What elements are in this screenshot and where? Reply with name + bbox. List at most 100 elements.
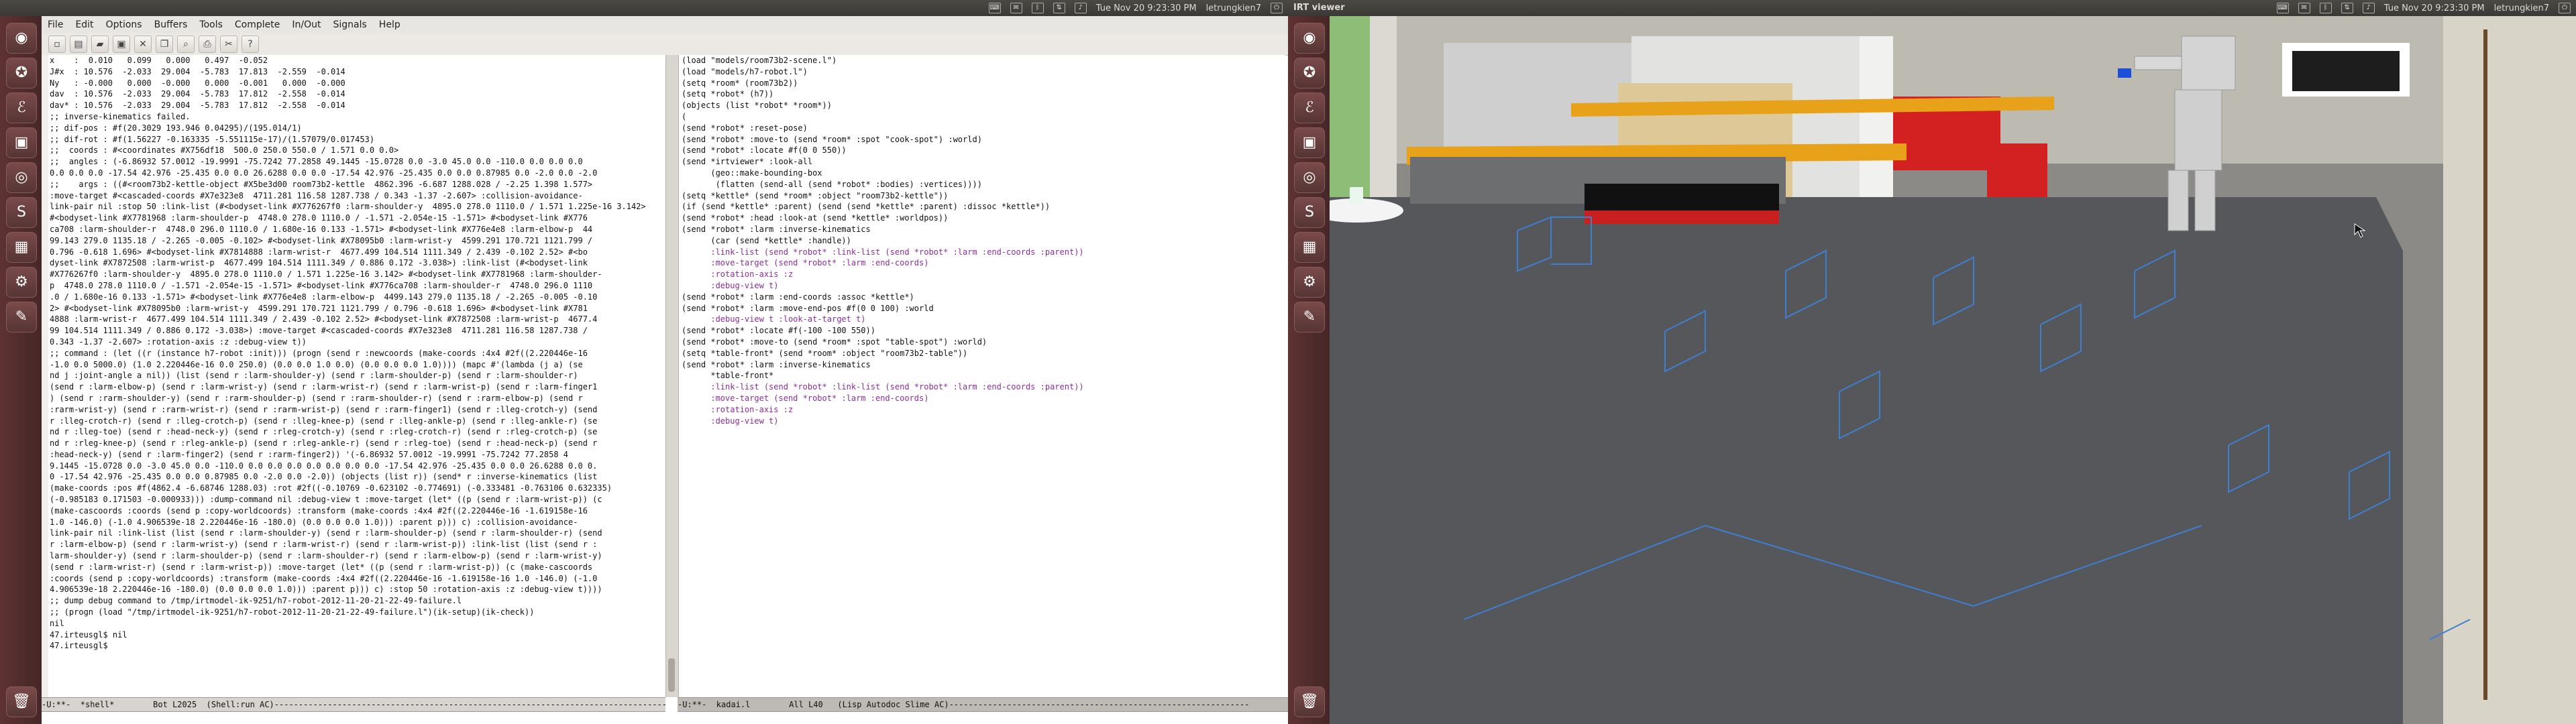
skype-icon[interactable]: S — [1294, 197, 1325, 228]
help-icon[interactable]: ? — [241, 36, 259, 53]
system-icon[interactable]: ✎ — [1294, 302, 1325, 333]
close-icon[interactable]: ✕ — [134, 36, 152, 53]
shell-output-line: #X776267f0 :larm-shoulder-y 4895.0 278.0… — [50, 269, 602, 280]
firefox-icon[interactable]: ✪ — [1294, 58, 1325, 88]
minibuffer[interactable] — [42, 712, 1288, 724]
skype-icon[interactable]: S — [6, 197, 37, 228]
menu-buffers[interactable]: Buffers — [148, 16, 194, 34]
source-code-line: :move-target (send *robot* :larm :end-co… — [682, 258, 929, 268]
shell-output-line: dyset-link #X7872508 :larm-wrist-p 4677.… — [50, 258, 588, 268]
save-icon[interactable]: ▣ — [113, 36, 130, 53]
bluetooth-icon[interactable]: ᛒ — [1031, 3, 1044, 13]
bluetooth-icon[interactable]: ᛒ — [2319, 3, 2332, 13]
shell-output-line: (send r :larm-wrist-r) (send r :larm-wri… — [50, 562, 593, 572]
shell-output-line: 4.906539e-18 2.220446e-16 -180.0) (0.0 0… — [50, 585, 602, 595]
kitchen-3d-scene — [1330, 16, 2576, 724]
system-icon[interactable]: ✎ — [6, 302, 37, 333]
emacs-icon[interactable]: ℰ — [6, 93, 37, 123]
shell-output-line: 1.0 -146.0) (-1.0 4.906539e-18 2.220446e… — [50, 517, 578, 527]
clock[interactable]: Tue Nov 20 9:23:30 PM — [2384, 3, 2485, 13]
dash-icon[interactable]: ◉ — [1294, 23, 1325, 54]
calculator-icon[interactable]: ▦ — [6, 232, 37, 263]
emacs-icon[interactable]: ℰ — [1294, 93, 1325, 123]
shell-output-line: ;; (progn (load "/tmp/irtmodel-ik-9251/h… — [50, 607, 535, 617]
shell-output-line: -1.0 0.0 5000.0) (1.0 2.220446e-16 0.0 2… — [50, 359, 583, 369]
keyboard-icon[interactable]: ⌨ — [988, 3, 1001, 13]
system-tray: ⌨ ✉ ᛒ ⇅ ♪ Tue Nov 20 9:23:30 PM letrungk… — [988, 3, 1283, 13]
irt-viewer-canvas[interactable] — [1330, 16, 2576, 724]
firefox-icon[interactable]: ✪ — [6, 58, 37, 88]
source-code-line: (objects (list *robot* *room*)) — [682, 101, 832, 111]
open-icon[interactable]: ▤ — [70, 36, 87, 53]
trash-icon[interactable]: 🗑 — [6, 686, 37, 717]
shell-output-line: (send r :larm-elbow-p) (send r :larm-wri… — [50, 382, 598, 392]
power-icon[interactable]: ⏻ — [1271, 3, 1283, 13]
source-code-line: (send *robot* :locate #f(-100 -100 550)) — [682, 326, 875, 336]
new-file-icon[interactable]: ▫ — [48, 36, 66, 53]
menu-file[interactable]: File — [42, 16, 69, 34]
search-icon[interactable]: ⌕ — [177, 36, 195, 53]
menu-signals[interactable]: Signals — [327, 16, 372, 34]
menu-complete[interactable]: Complete — [229, 16, 286, 34]
volume-icon[interactable]: ♪ — [2362, 3, 2375, 13]
source-code-line: :debug-view t :look-at-target t) — [682, 314, 866, 324]
shell-output-line: ) (send r :rarm-shoulder-y) (send r :rar… — [50, 393, 583, 403]
scrollbar-thumb[interactable] — [668, 658, 675, 692]
settings-icon[interactable]: ⚙ — [1294, 267, 1325, 298]
volume-icon[interactable]: ♪ — [1074, 3, 1087, 13]
source-code-line: (send *robot* :larm :inverse-kinematics — [682, 359, 871, 369]
shell-output-line: #<bodyset-link #X7781968 :larm-shoulder-… — [50, 213, 588, 223]
source-code-line: :debug-view t) — [682, 416, 779, 426]
source-code-line: (send *robot* :locate #f(0 0 550)) — [682, 145, 847, 156]
right-monitor: IRT viewer ⌨ ✉ ᛒ ⇅ ♪ Tue Nov 20 9:23:30 … — [1288, 0, 2576, 724]
menu-tools[interactable]: Tools — [193, 16, 229, 34]
menu-help[interactable]: Help — [373, 16, 407, 34]
kadai-buffer[interactable]: (load "models/room73b2-scene.l") (load "m… — [679, 55, 1285, 697]
clock[interactable]: Tue Nov 20 9:23:30 PM — [1096, 3, 1197, 13]
shell-buffer[interactable]: x : 0.010 0.099 0.000 0.497 -0.052 J#x : … — [48, 55, 667, 697]
source-code-line: (send *robot* :move-to (send *room* :spo… — [682, 134, 982, 144]
copy-icon[interactable]: ❐ — [156, 36, 173, 53]
print-icon[interactable]: ⎙ — [199, 36, 216, 53]
settings-icon[interactable]: ⚙ — [6, 267, 37, 298]
shell-output-line: r :larm-elbow-p) (send r :larm-wrist-y) … — [50, 540, 598, 550]
menu-inout[interactable]: In/Out — [286, 16, 327, 34]
shell-output-line: nd j :joint-angle a nil)) (list (send r … — [50, 371, 578, 381]
shell-output-line: x : 0.010 0.099 0.000 0.497 -0.052 — [50, 56, 268, 65]
source-code-line: :debug-view t) — [682, 280, 779, 290]
shell-output-line: 99 104.514 1111.349 / 0.886 0.172 -3.038… — [50, 326, 588, 336]
chromium-icon[interactable]: ◎ — [6, 162, 37, 193]
source-code-line: (send *robot* :move-to (send *room* :spo… — [682, 337, 987, 347]
shell-output-line: p 4748.0 278.0 1110.0 / -1.571 -2.054e-1… — [50, 280, 593, 290]
menu-options[interactable]: Options — [100, 16, 148, 34]
keyboard-icon[interactable]: ⌨ — [2276, 3, 2289, 13]
shell-output-line: ;; command : (let ((r (instance h7-robot… — [50, 348, 588, 358]
chromium-icon[interactable]: ◎ — [1294, 162, 1325, 193]
source-code-line: (setq *robot* (h7)) — [682, 89, 774, 99]
dash-icon[interactable]: ◉ — [6, 23, 37, 54]
shell-output-line: 0 -17.54 42.976 -25.435 0.0 0.0 0.87985 … — [50, 472, 598, 482]
user-menu[interactable]: letrungkien7 — [1206, 3, 1261, 13]
shell-output-line: 0.343 -1.37 -2.607> :rotation-axis :z :d… — [50, 337, 307, 347]
shell-output-line: 47.irteusgl$ — [50, 641, 113, 651]
shell-output-line: dav : 10.576 -2.033 29.004 -5.783 17.812… — [50, 89, 345, 99]
shell-output-line: (make-coords :pos #f(4862.4 -6.68746 128… — [50, 483, 612, 493]
launcher-left: ◉ ✪ ℰ ▣ ◎ S ▦ ⚙ ✎ 🗑 — [0, 16, 42, 724]
folder-icon[interactable]: ▰ — [91, 36, 109, 53]
window-divider-scrollbar[interactable] — [665, 55, 679, 697]
mail-icon[interactable]: ✉ — [2298, 3, 2310, 13]
cut-icon[interactable]: ✂ — [220, 36, 237, 53]
calculator-icon[interactable]: ▦ — [1294, 232, 1325, 263]
terminal-icon[interactable]: ▣ — [6, 127, 37, 158]
terminal-icon[interactable]: ▣ — [1294, 127, 1325, 158]
source-code-line: :rotation-axis :z — [682, 269, 794, 280]
user-menu[interactable]: letrungkien7 — [2494, 3, 2549, 13]
menu-edit[interactable]: Edit — [69, 16, 99, 34]
trash-icon[interactable]: 🗑 — [1294, 686, 1325, 717]
shell-output-line: nd r :lleg-toe) (send r :head-neck-y) (s… — [50, 427, 598, 437]
shell-output-line: .0 / 1.680e-16 0.133 -1.571> #<bodyset-l… — [50, 292, 598, 302]
network-icon[interactable]: ⇅ — [2341, 3, 2353, 13]
mail-icon[interactable]: ✉ — [1010, 3, 1022, 13]
power-icon[interactable]: ⏻ — [2559, 3, 2571, 13]
network-icon[interactable]: ⇅ — [1053, 3, 1065, 13]
